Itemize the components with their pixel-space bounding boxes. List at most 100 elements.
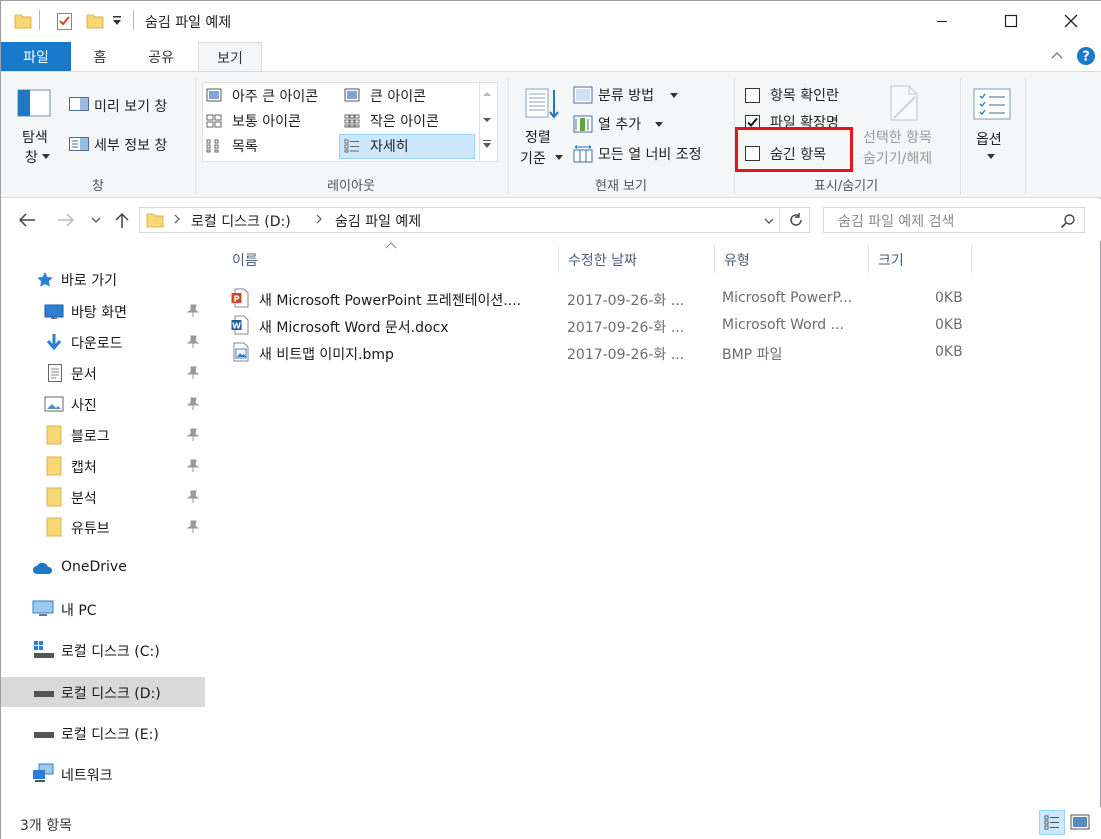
back-arrow-icon[interactable] xyxy=(18,212,36,228)
pin-icon[interactable] xyxy=(187,428,199,442)
add-columns-button[interactable]: 열 추가 xyxy=(598,114,641,134)
details-pane-button[interactable]: 세부 정보 창 xyxy=(94,135,167,155)
nav-drive-c[interactable]: 로컬 디스크 (C:) xyxy=(1,635,205,665)
help-icon[interactable]: ? xyxy=(1076,46,1096,66)
layout-medium-icons[interactable]: 보통 아이콘 xyxy=(232,111,301,131)
nav-item-desktop[interactable]: 바탕 화면 xyxy=(1,296,205,326)
pin-icon[interactable] xyxy=(187,304,199,318)
pin-icon[interactable] xyxy=(187,459,199,473)
file-type: BMP 파일 xyxy=(722,347,783,363)
bitmap-file-icon xyxy=(233,342,249,362)
pin-icon[interactable] xyxy=(187,335,199,349)
divider xyxy=(133,10,134,30)
table-row[interactable]: 새 비트맵 이미지.bmp 2017-09-26-화 ... BMP 파일 0K… xyxy=(227,339,977,366)
column-header-size[interactable]: 크기 xyxy=(878,250,904,270)
layout-large-icons[interactable]: 큰 아이콘 xyxy=(370,86,426,106)
nav-drive-d[interactable]: 로컬 디스크 (D:) xyxy=(1,677,205,707)
nav-network[interactable]: 네트워크 xyxy=(1,759,205,789)
gallery-expand-icon[interactable] xyxy=(482,139,492,149)
minimize-button[interactable] xyxy=(919,1,965,41)
pin-icon[interactable] xyxy=(187,366,199,380)
layout-extra-large-icons[interactable]: 아주 큰 아이콘 xyxy=(232,86,318,106)
extra-large-icons-icon xyxy=(206,88,222,102)
tab-share[interactable]: 공유 xyxy=(131,42,191,71)
options-button[interactable]: 옵션 xyxy=(976,129,1002,149)
breadcrumb-current-folder[interactable]: 숨김 파일 예제 xyxy=(335,211,421,231)
breadcrumb-drive[interactable]: 로컬 디스크 (D:) xyxy=(191,211,291,231)
chevron-down-icon xyxy=(670,93,678,99)
nav-quick-access[interactable]: 바로 가기 xyxy=(1,264,205,294)
pin-icon[interactable] xyxy=(187,490,199,504)
search-icon[interactable] xyxy=(1060,213,1076,229)
pin-icon[interactable] xyxy=(187,520,199,534)
layout-list[interactable]: 목록 xyxy=(232,136,258,156)
file-size: 0KB xyxy=(935,290,963,306)
nav-item-blog[interactable]: 블로그 xyxy=(1,420,205,450)
drive-icon xyxy=(33,731,55,739)
nav-drive-label: 로컬 디스크 (C:) xyxy=(61,644,160,660)
tab-home[interactable]: 홈 xyxy=(75,42,125,71)
column-header-modified[interactable]: 수정한 날짜 xyxy=(568,250,637,270)
minimize-ribbon-icon[interactable] xyxy=(1050,50,1064,60)
nav-item-capture[interactable]: 캡처 xyxy=(1,451,205,481)
nav-onedrive[interactable]: OneDrive xyxy=(1,553,205,583)
scroll-up-icon[interactable] xyxy=(483,91,491,97)
customize-quick-access-icon[interactable] xyxy=(111,13,123,27)
nav-item-downloads[interactable]: 다운로드 xyxy=(1,327,205,357)
column-divider[interactable] xyxy=(868,245,869,273)
nav-item-analysis[interactable]: 분석 xyxy=(1,482,205,512)
forward-arrow-icon[interactable] xyxy=(57,212,75,228)
nav-item-documents[interactable]: 문서 xyxy=(1,358,205,388)
scroll-down-icon[interactable] xyxy=(483,117,491,123)
address-dropdown-icon[interactable] xyxy=(764,217,774,225)
column-header-name[interactable]: 이름 xyxy=(232,250,258,270)
close-button[interactable] xyxy=(1048,1,1094,41)
address-bar[interactable]: 로컬 디스크 (D:) 숨김 파일 예제 xyxy=(139,207,810,233)
word-file-icon: W xyxy=(231,315,249,335)
tab-file[interactable]: 파일 xyxy=(1,42,71,71)
recent-locations-icon[interactable] xyxy=(91,216,101,224)
size-all-columns-button[interactable]: 모든 열 너비 조정 xyxy=(598,144,702,164)
sort-by-button[interactable]: 정렬 xyxy=(525,127,551,147)
table-row[interactable]: P 새 Microsoft PowerPoint 프레젠테이션.... 2017… xyxy=(227,285,977,312)
large-icons-view-button[interactable] xyxy=(1070,813,1090,831)
nav-item-label: 분석 xyxy=(71,491,97,507)
table-row[interactable]: W 새 Microsoft Word 문서.docx 2017-09-26-화 … xyxy=(227,312,977,339)
layout-small-icons[interactable]: 작은 아이콘 xyxy=(370,111,439,131)
preview-pane-button[interactable]: 미리 보기 창 xyxy=(94,96,167,116)
hide-selected-button[interactable]: 선택한 항목 xyxy=(863,127,932,147)
nav-this-pc[interactable]: 내 PC xyxy=(1,594,205,624)
details-view-button[interactable] xyxy=(1039,810,1065,835)
pin-icon[interactable] xyxy=(187,397,199,411)
column-divider[interactable] xyxy=(558,245,559,273)
details-pane-icon xyxy=(68,136,90,152)
refresh-icon[interactable] xyxy=(788,212,804,228)
column-divider[interactable] xyxy=(714,245,715,273)
nav-item-youtube[interactable]: 유튜브 xyxy=(1,512,205,542)
new-folder-icon[interactable] xyxy=(86,12,104,30)
group-label-layout: 레이아웃 xyxy=(327,179,375,194)
navigation-pane-label-2: 창 xyxy=(25,150,38,166)
navigation-pane-button[interactable] xyxy=(14,88,56,122)
properties-icon[interactable] xyxy=(56,11,74,31)
file-modified: 2017-09-26-화 ... xyxy=(567,293,685,309)
nav-item-pictures[interactable]: 사진 xyxy=(1,389,205,419)
breadcrumb-chevron-icon[interactable] xyxy=(174,214,180,224)
star-icon xyxy=(36,271,54,288)
column-header-type[interactable]: 유형 xyxy=(724,250,750,270)
search-input[interactable]: 숨김 파일 예제 검색 xyxy=(823,207,1085,233)
nav-item-label: 블로그 xyxy=(71,429,110,445)
tab-view[interactable]: 보기 xyxy=(198,42,262,72)
item-checkboxes-checkbox[interactable] xyxy=(745,88,760,103)
maximize-button[interactable] xyxy=(988,1,1034,41)
file-modified: 2017-09-26-화 ... xyxy=(567,320,685,336)
file-size: 0KB xyxy=(935,317,963,333)
group-label-show-hide: 표시/숨기기 xyxy=(813,179,879,194)
svg-text:P: P xyxy=(234,295,240,304)
up-arrow-icon[interactable] xyxy=(114,211,130,229)
column-divider[interactable] xyxy=(971,245,972,273)
breadcrumb-chevron-icon[interactable] xyxy=(316,214,322,224)
nav-drive-e[interactable]: 로컬 디스크 (E:) xyxy=(1,718,205,748)
group-by-button[interactable]: 분류 방법 xyxy=(598,85,654,105)
sort-ascending-icon xyxy=(385,242,397,249)
